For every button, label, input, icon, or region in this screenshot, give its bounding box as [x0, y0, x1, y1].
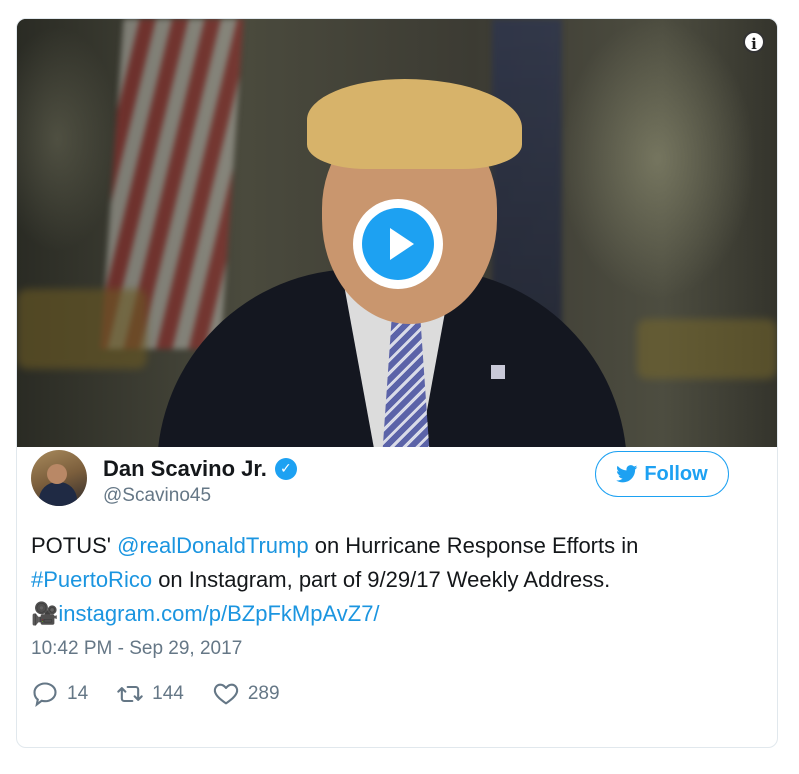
tweet-text-part: on Hurricane Response Efforts in	[308, 533, 639, 558]
retweet-action[interactable]: 144	[116, 680, 184, 708]
info-icon[interactable]: i	[743, 31, 765, 53]
tweet-text-part: on Instagram, part of 9/29/17 Weekly Add…	[152, 567, 611, 592]
retweet-icon	[117, 685, 143, 703]
follow-label: Follow	[644, 462, 708, 485]
chair-right	[637, 319, 777, 379]
reply-count: 14	[67, 683, 89, 704]
movie-camera-icon: 🎥	[31, 601, 59, 626]
play-icon	[362, 208, 434, 280]
author-name[interactable]: Dan Scavino Jr.	[103, 456, 267, 482]
hashtag-link[interactable]: #PuertoRico	[31, 567, 152, 592]
play-button[interactable]	[353, 199, 443, 289]
avatar[interactable]	[31, 450, 87, 506]
video-thumbnail[interactable]: i	[17, 19, 777, 447]
tweet-text-part: POTUS'	[31, 533, 118, 558]
like-action[interactable]: 289	[212, 680, 280, 708]
mention-link[interactable]: @realDonaldTrump	[117, 533, 308, 558]
verified-badge-icon: ✓	[274, 458, 297, 480]
reply-action[interactable]: 14	[31, 680, 88, 708]
twitter-bird-icon	[616, 465, 638, 483]
follow-button[interactable]: Follow	[595, 451, 729, 497]
tweet-actions: 14 144 289	[31, 680, 308, 708]
tweet-timestamp[interactable]: 10:42 PM - Sep 29, 2017	[31, 638, 242, 660]
tweet-text: POTUS' @realDonaldTrump on Hurricane Res…	[31, 529, 731, 631]
chair-left	[17, 289, 147, 369]
instagram-link[interactable]: instagram.com/p/BZpFkMpAvZ7/	[58, 601, 379, 626]
retweet-count: 144	[152, 683, 184, 704]
like-count: 289	[247, 683, 280, 704]
reply-icon	[33, 682, 57, 708]
heart-icon	[213, 683, 238, 705]
lapel-pin	[491, 365, 505, 379]
author-name-row: Dan Scavino Jr. ✓	[103, 456, 297, 482]
author-handle[interactable]: @Scavino45	[103, 485, 211, 507]
